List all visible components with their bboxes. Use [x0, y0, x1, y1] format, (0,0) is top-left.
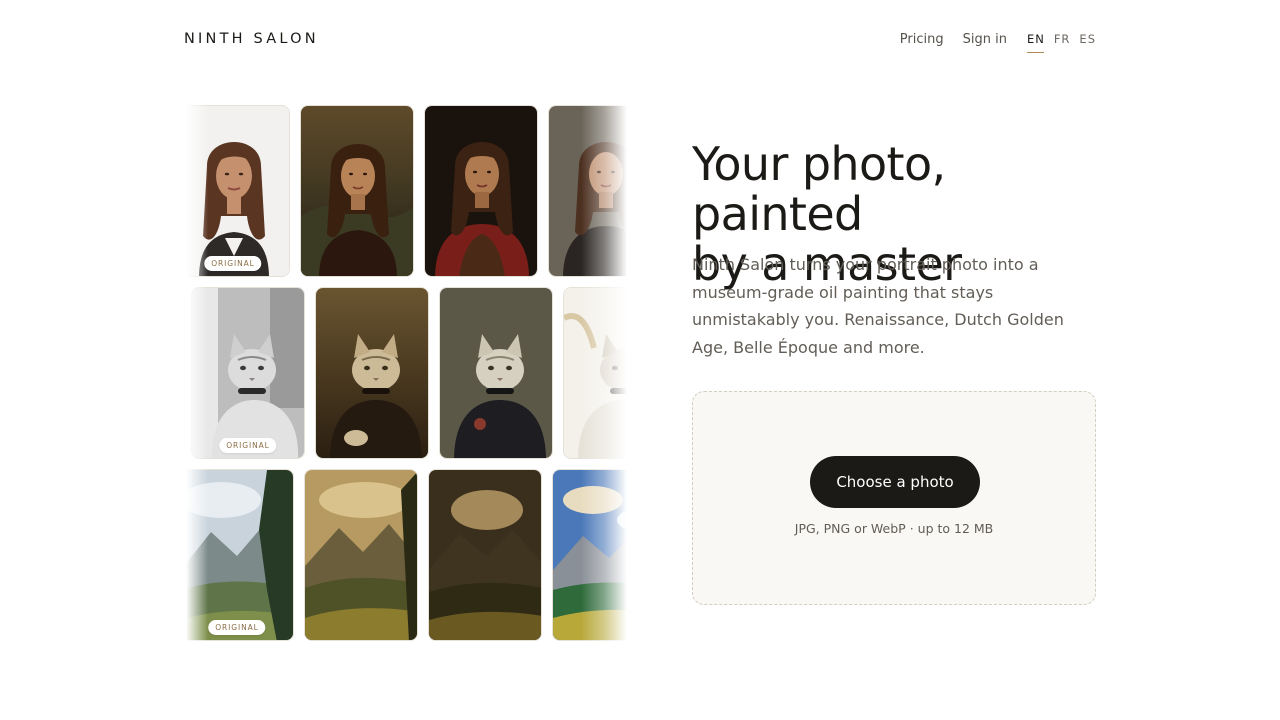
cat-original-tile: ORIGINAL — [191, 287, 305, 459]
landscape-golden-tile — [304, 469, 418, 641]
portrait-renaissance-tile — [300, 105, 414, 277]
gallery-row-portrait: ORIGINAL — [186, 105, 627, 277]
hero-title-line-1: Your photo, painted — [692, 137, 946, 241]
portrait-original-tile: ORIGINAL — [186, 105, 290, 277]
nav-sign-in-link[interactable]: Sign in — [963, 32, 1007, 47]
language-en[interactable]: EN — [1026, 32, 1045, 53]
landscape-dramatic-tile — [428, 469, 542, 641]
nav-pricing-link[interactable]: Pricing — [900, 32, 944, 47]
style-gallery: ORIGINAL ORIGINAL ORIGINAL — [186, 105, 627, 641]
choose-photo-button[interactable]: Choose a photo — [810, 456, 980, 508]
portrait-soft-painted-tile — [548, 105, 627, 277]
cat-dutch-golden-age-tile — [439, 287, 553, 459]
hero-description: Ninth Salon turns your portrait photo in… — [692, 255, 1064, 357]
original-badge: ORIGINAL — [219, 438, 277, 453]
photo-dropzone[interactable]: Choose a photo JPG, PNG or WebP · up to … — [692, 391, 1096, 605]
language-fr[interactable]: FR — [1054, 32, 1071, 46]
gallery-row-landscape: ORIGINAL — [186, 469, 627, 641]
cat-watercolor-tile — [563, 287, 627, 459]
original-badge: ORIGINAL — [204, 256, 262, 271]
landscape-original-tile: ORIGINAL — [186, 469, 294, 641]
original-badge: ORIGINAL — [208, 620, 266, 635]
file-type-hint: JPG, PNG or WebP · up to 12 MB — [794, 521, 994, 536]
gallery-row-cat: ORIGINAL — [191, 287, 627, 459]
top-nav: Pricing Sign in EN FR ES — [900, 29, 1096, 53]
landscape-impressionist-tile — [552, 469, 627, 641]
language-es[interactable]: ES — [1079, 32, 1096, 46]
brand-logo[interactable]: NINTH SALON — [184, 31, 319, 47]
cat-renaissance-tile — [315, 287, 429, 459]
portrait-baroque-tile — [424, 105, 538, 277]
